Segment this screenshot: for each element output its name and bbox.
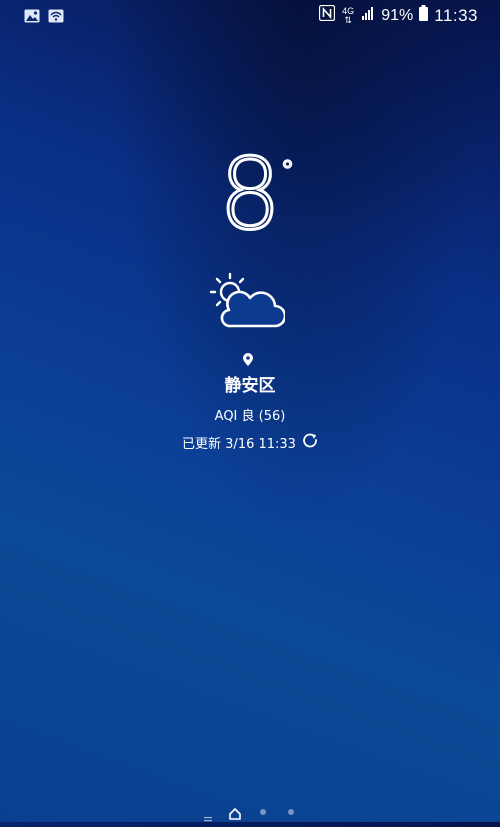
battery-icon <box>419 5 429 26</box>
temperature-value: 8 <box>217 137 282 254</box>
system-indicators: 4G ⇅ 91% 11:33 <box>319 4 478 26</box>
page-indicator <box>0 804 500 822</box>
wifi-notification-icon[interactable] <box>48 8 64 23</box>
status-clock: 11:33 <box>434 5 478 25</box>
status-bar: 4G ⇅ 91% 11:33 <box>0 0 500 32</box>
refresh-icon[interactable] <box>302 432 318 452</box>
image-notification-icon[interactable] <box>24 8 40 23</box>
notification-icons <box>24 8 64 23</box>
weather-widget[interactable]: 8 ° <box>0 137 500 254</box>
last-updated: 已更新 3/16 11:33 <box>0 432 500 452</box>
degree-symbol: ° <box>280 156 295 186</box>
last-updated-text: 已更新 3/16 11:33 <box>182 436 296 452</box>
page-dot-2[interactable] <box>260 809 266 815</box>
page-menu-icon[interactable] <box>204 808 212 827</box>
nfc-icon <box>319 4 336 26</box>
temperature-display: 8 ° <box>0 137 500 254</box>
data-arrows-icon: 4G ⇅ <box>342 5 355 25</box>
location-name[interactable]: 静安区 <box>0 371 500 396</box>
partly-cloudy-icon <box>205 270 287 336</box>
home-page-icon[interactable] <box>229 805 241 824</box>
signal-icon <box>361 6 375 25</box>
air-quality-index: AQI 良 (56) <box>214 409 286 424</box>
location-pin-icon <box>241 352 255 372</box>
network-type: 4G <box>342 5 355 16</box>
page-dot-3[interactable] <box>288 809 294 815</box>
battery-percent: 91% <box>381 6 414 24</box>
